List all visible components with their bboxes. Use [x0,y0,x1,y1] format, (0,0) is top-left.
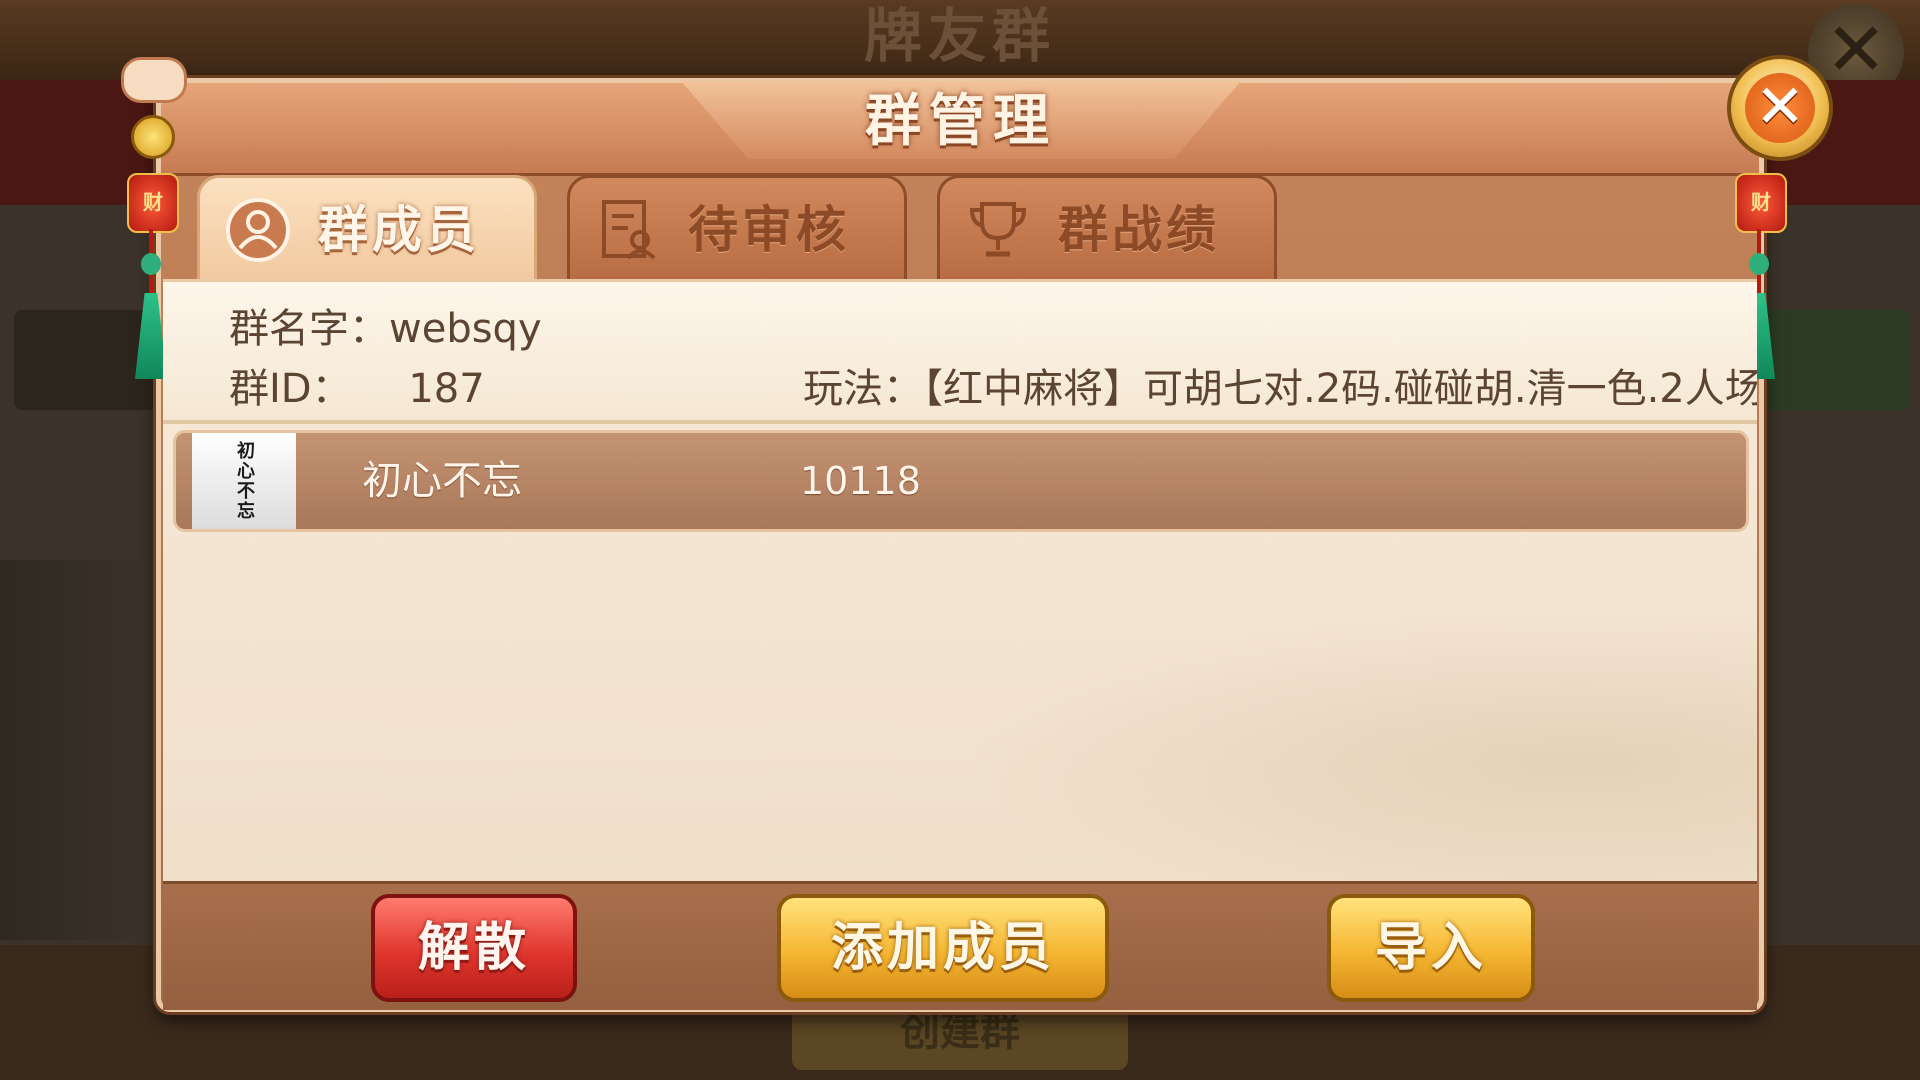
group-info-strip: 群名字：websqy 群ID： 187 玩法：【红中麻将】可胡七对.2码.碰碰胡… [163,282,1757,424]
tab-pending-review[interactable]: 待审核 [567,175,907,279]
group-id-value: 187 [408,366,485,412]
game-rules-label: 玩法： [803,366,923,412]
tassel-bead [1749,253,1769,275]
review-document-icon [594,196,662,264]
add-member-button[interactable]: 添加成员 [777,894,1109,1002]
coin-icon [131,115,175,159]
dialog-footer: 解散 添加成员 导入 [163,881,1757,1010]
tab-pending-review-label: 待审核 [688,201,850,259]
close-button[interactable]: ✕ [1727,55,1833,161]
tab-members-label: 群成员 [318,201,480,259]
avatar: 初心不忘 [192,433,296,529]
group-id-line: 群ID： 187 [229,356,485,414]
member-row[interactable]: 初心不忘 初心不忘 10118 [173,430,1749,532]
group-management-dialog: 群管理 财 财 ✕ 群成员 待审核 群战绩 群名字：websqy 群ID： 18… [121,55,1833,1012]
member-id: 10118 [800,459,921,503]
background-trees [0,560,150,940]
trophy-icon [964,196,1032,264]
tassel-bead [141,253,161,275]
person-icon [224,196,292,264]
group-name-value: websqy [389,306,542,352]
tab-members[interactable]: 群成员 [197,175,537,279]
tab-group-records[interactable]: 群战绩 [937,175,1277,279]
close-icon: ✕ [1745,73,1815,143]
tab-group-records-label: 群战绩 [1058,201,1220,259]
ink-mountain-decoration [863,582,1757,882]
dialog-title: 群管理 [865,89,1057,154]
member-name: 初心不忘 [362,458,522,504]
lucky-bag-icon: 财 [127,173,179,233]
group-name-label: 群名字： [229,306,389,352]
dialog-header: 群管理 [161,81,1759,176]
group-id-label: 群ID： [229,366,352,412]
group-name-line: 群名字：websqy [229,296,542,354]
members-content-panel: 群名字：websqy 群ID： 187 玩法：【红中麻将】可胡七对.2码.碰碰胡… [163,279,1757,884]
game-rules-line: 玩法：【红中麻将】可胡七对.2码.碰碰胡.清一色.2人场.抢杠 [803,356,1757,414]
cloud-ornament-icon [121,57,187,103]
disband-button[interactable]: 解散 [371,894,577,1002]
import-button[interactable]: 导入 [1327,894,1535,1002]
game-rules-value: 【红中麻将】可胡七对.2码.碰碰胡.清一色.2人场.抢杠 [923,366,1757,412]
background-title: 牌友群 [863,2,1056,70]
lucky-bag-icon: 财 [1735,173,1787,233]
